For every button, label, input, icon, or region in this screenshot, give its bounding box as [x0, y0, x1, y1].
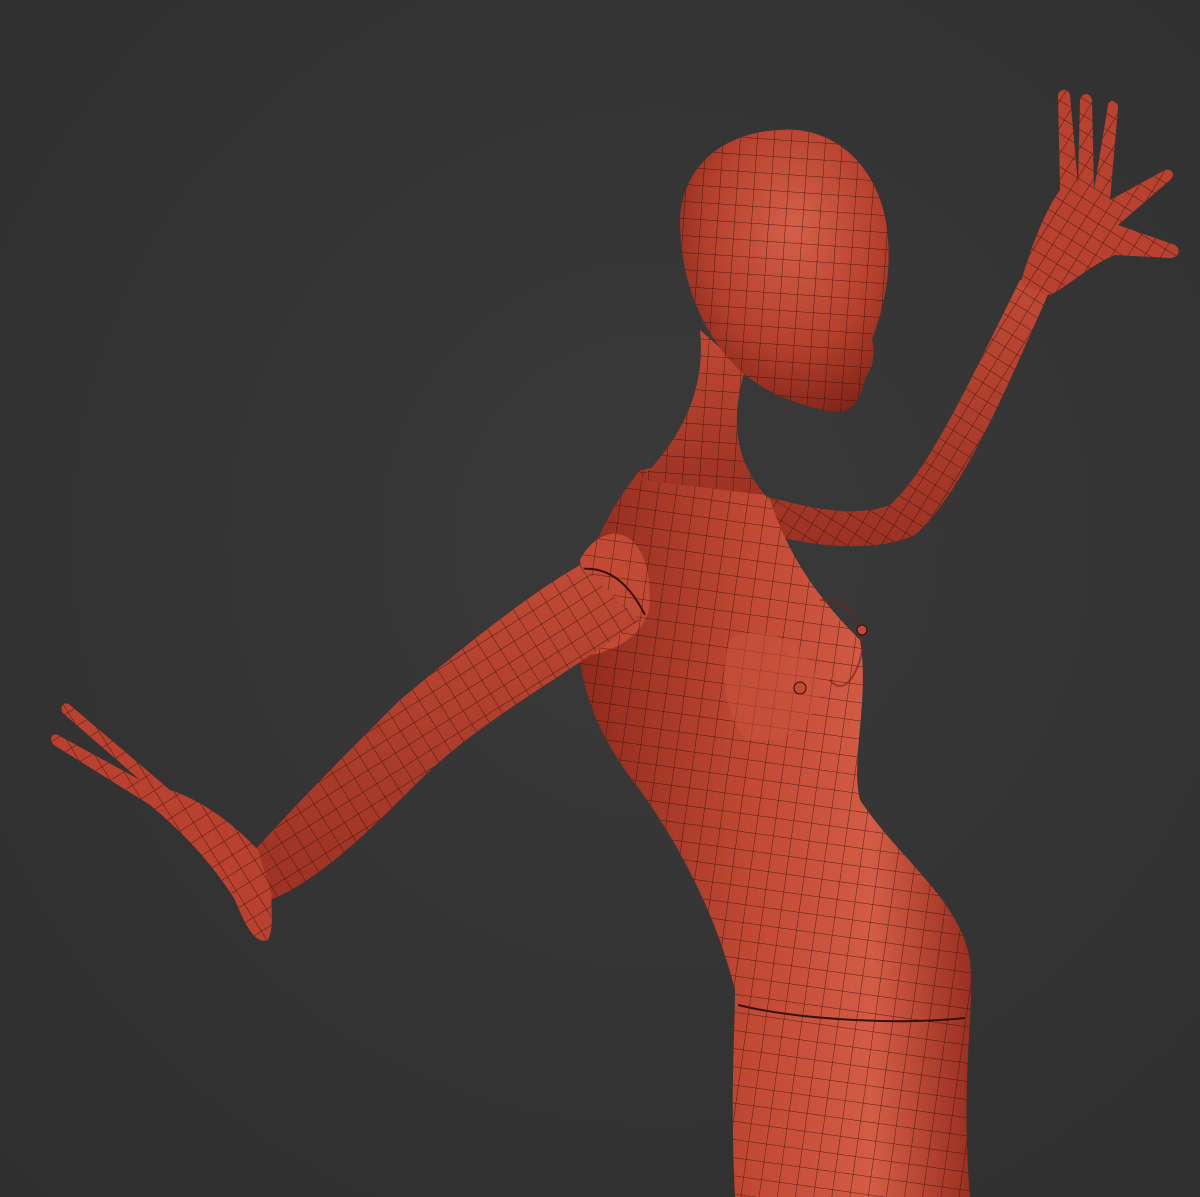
- extended-arm[interactable]: [255, 565, 640, 900]
- raised-hand[interactable]: [1020, 89, 1179, 295]
- extended-hand[interactable]: [51, 703, 273, 941]
- 3d-viewport[interactable]: [0, 0, 1200, 1197]
- sculpt-model[interactable]: [0, 0, 1200, 1197]
